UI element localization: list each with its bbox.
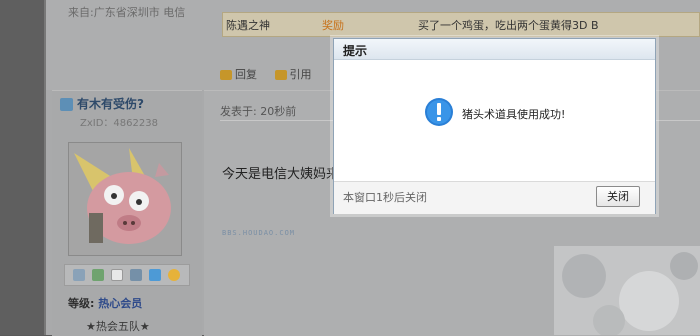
user-id: ZxID：4862238 <box>80 118 158 129</box>
post-image[interactable] <box>554 246 700 335</box>
post-time: 发表于: 20秒前 <box>220 105 297 118</box>
reply-icon <box>220 70 232 80</box>
reward-user[interactable]: 陈遇之神 <box>226 17 270 33</box>
pig-avatar-image <box>69 143 181 255</box>
username[interactable]: 有木有受伤? <box>60 95 144 112</box>
user-level: 等级: 热心会员 <box>68 295 142 311</box>
dialog-timer: 本窗口1秒后关闭 <box>343 191 427 204</box>
dialog-footer: 本窗口1秒后关闭 关闭 <box>334 181 655 214</box>
quote-label: 引用 <box>289 68 312 81</box>
post-content: 今天是电信大姨妈来 <box>222 167 340 182</box>
add-friend-icon[interactable] <box>92 269 104 281</box>
reply-link[interactable]: 回复 <box>220 68 257 81</box>
close-button[interactable]: 关闭 <box>596 186 640 207</box>
quote-link[interactable]: 引用 <box>274 68 312 81</box>
album-icon[interactable] <box>130 269 142 281</box>
profile-icon[interactable] <box>111 269 123 281</box>
left-margin <box>0 0 44 335</box>
dialog-titlebar[interactable]: 提示 <box>334 39 655 60</box>
post-actions: 回复 引用 <box>220 66 326 82</box>
location-text: 来自:广东省深圳市 电信 <box>68 6 186 19</box>
share-icon[interactable] <box>149 269 161 281</box>
blurred-photo <box>554 246 700 335</box>
level-value: 热心会员 <box>98 297 143 310</box>
forum-watermark: BBS.HOUDAO.COM <box>222 229 296 237</box>
level-label: 等级: <box>68 297 95 310</box>
info-icon <box>424 97 454 127</box>
dialog-title: 提示 <box>343 44 368 58</box>
username-text: 有木有受伤? <box>77 97 144 111</box>
notice-dialog: 提示 猪头术道具使用成功! 本窗口1秒后关闭 关闭 <box>333 38 656 214</box>
user-actions-bar <box>64 264 190 286</box>
dialog-message: 猪头术道具使用成功! <box>462 108 566 121</box>
avatar[interactable] <box>68 142 182 256</box>
user-icon <box>60 98 73 111</box>
reply-label: 回复 <box>235 68 257 81</box>
user-rank: ★热会五队★ <box>86 320 150 333</box>
reward-message: 买了一个鸡蛋，吃出两个蛋黄得3D B <box>418 19 599 32</box>
quote-icon <box>274 70 287 80</box>
message-icon[interactable] <box>73 269 85 281</box>
qq-icon[interactable] <box>168 269 180 281</box>
reward-tag: 奖励 <box>322 19 344 32</box>
